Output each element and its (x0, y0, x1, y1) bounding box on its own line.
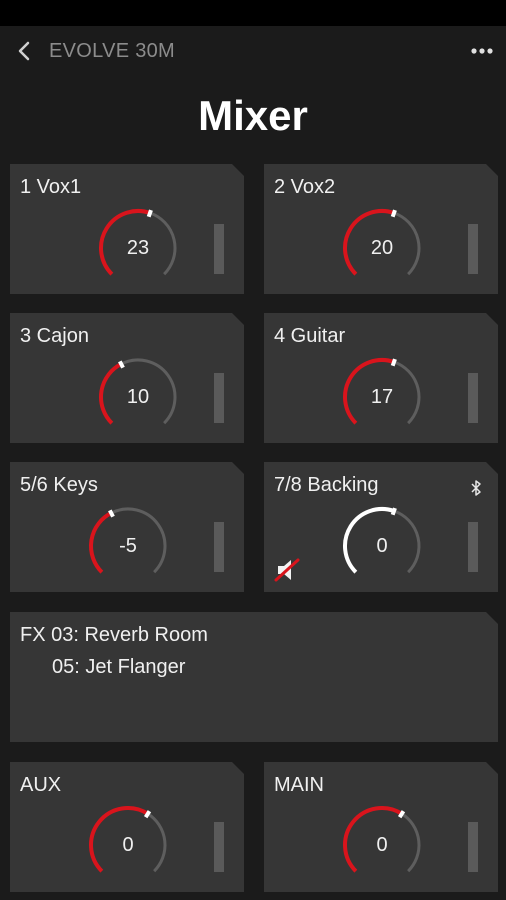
aux-knob[interactable]: 0 (86, 803, 170, 887)
output-label: AUX (20, 774, 62, 796)
knob-value: 0 (122, 834, 134, 856)
channel-label: 3 Cajon (20, 325, 89, 347)
knob-value: 20 (370, 237, 394, 259)
channel-card-1: 1 Vox1 23 (10, 164, 244, 294)
level-fader[interactable] (468, 822, 478, 872)
fx-effect-2: 05: Jet Flanger (52, 656, 186, 678)
level-fader[interactable] (214, 373, 224, 423)
page-title: Mixer (198, 92, 308, 139)
fx-prefix: FX (20, 624, 46, 646)
output-label: MAIN (274, 774, 324, 796)
level-fader[interactable] (468, 522, 478, 572)
channel-label: 4 Guitar (274, 325, 346, 347)
level-fader[interactable] (468, 373, 478, 423)
channel-label: 5/6 Keys (20, 474, 98, 496)
more-button[interactable] (466, 36, 498, 66)
device-name: EVOLVE 30M (49, 40, 176, 62)
knob-value: 17 (370, 386, 394, 408)
knob-value: 10 (126, 386, 150, 408)
bluetooth-icon (469, 479, 483, 497)
back-chevron-icon (18, 41, 30, 61)
channel-label: 1 Vox1 (20, 176, 82, 198)
channel-label: 2 Vox2 (274, 176, 336, 198)
knob-value: 23 (126, 237, 150, 259)
gain-knob[interactable]: 0 (340, 504, 424, 588)
fx-effect-1: 03: Reverb Room (51, 624, 208, 646)
main-card: MAIN 0 (264, 762, 498, 892)
channel-card-6: 7/8 Backing 0 (264, 462, 498, 592)
channel-card-3: 3 Cajon 10 (10, 313, 244, 443)
gain-knob[interactable]: -5 (86, 504, 170, 588)
knob-value: -5 (119, 535, 137, 557)
gain-knob[interactable]: 23 (96, 206, 180, 290)
speaker-muted-icon[interactable] (272, 554, 302, 584)
main-knob[interactable]: 0 (340, 803, 424, 887)
level-fader[interactable] (214, 224, 224, 274)
knob-value: 0 (376, 834, 388, 856)
channel-card-2: 2 Vox2 20 (264, 164, 498, 294)
level-fader[interactable] (214, 822, 224, 872)
back-button[interactable] (10, 36, 40, 66)
level-fader[interactable] (468, 224, 478, 274)
aux-card: AUX 0 (10, 762, 244, 892)
channel-label: 7/8 Backing (274, 474, 379, 496)
more-dots-icon (471, 48, 493, 54)
gain-knob[interactable]: 10 (96, 355, 180, 439)
status-bar (0, 0, 506, 26)
gain-knob[interactable]: 17 (340, 355, 424, 439)
level-fader[interactable] (214, 522, 224, 572)
knob-value: 0 (376, 535, 388, 557)
top-bar: EVOLVE 30M (0, 26, 506, 78)
fx-line-1: FX 03: Reverb Room (20, 624, 208, 647)
gain-knob[interactable]: 20 (340, 206, 424, 290)
channel-card-4: 4 Guitar 17 (264, 313, 498, 443)
fx-card[interactable]: FX 03: Reverb Room 05: Jet Flanger (10, 612, 498, 742)
channel-card-5: 5/6 Keys -5 (10, 462, 244, 592)
